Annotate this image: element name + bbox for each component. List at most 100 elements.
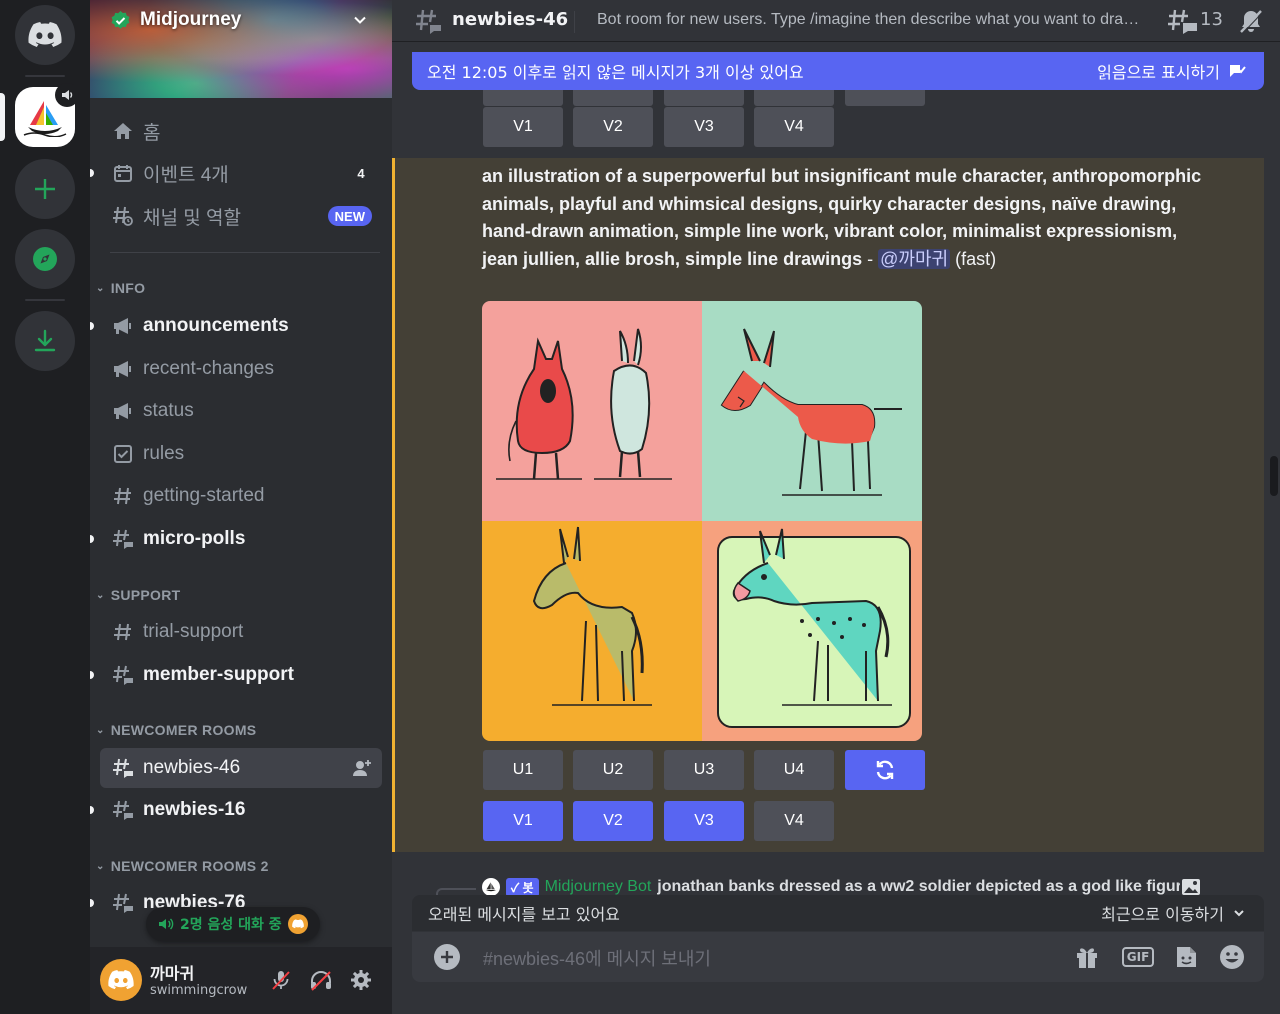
prev-variation-button-v4[interactable]: V4 (754, 107, 834, 147)
sidebar-item-newbies-16[interactable]: newbies-16 (90, 790, 382, 830)
mute-button[interactable] (268, 967, 294, 993)
sidebar-item-label: 홈 (143, 122, 161, 144)
upload-button[interactable] (434, 944, 460, 970)
category-info[interactable]: ⌄ INFO (96, 280, 145, 296)
events-count-badge: 4 (352, 164, 370, 182)
megaphone-icon (112, 358, 134, 380)
sidebar-item-trial-support[interactable]: trial-support (100, 612, 382, 652)
unread-indicator (90, 899, 94, 907)
discord-home-button[interactable] (15, 5, 75, 65)
avatar[interactable] (100, 959, 142, 1001)
mode-label: (fast) (955, 248, 997, 269)
sidebar-item-events[interactable]: 이벤트 4개 4 (90, 153, 382, 193)
variation-button-v1[interactable]: V1 (483, 801, 563, 841)
jump-to-present-button[interactable]: 최근으로 이동하기 (1101, 901, 1246, 925)
sidebar-item-member-support[interactable]: member-support (90, 655, 382, 695)
sidebar-item-micro-polls[interactable]: micro-polls (90, 519, 382, 559)
voice-pill-label: 2명 음성 대화 중 (180, 917, 282, 933)
upscale-button-u3[interactable]: U3 (664, 750, 744, 790)
threads-icon[interactable] (1166, 8, 1198, 34)
unread-indicator (90, 671, 94, 679)
gif-button[interactable]: GIF (1121, 943, 1155, 971)
server-midjourney[interactable] (15, 83, 79, 147)
reroll-button[interactable] (845, 750, 925, 790)
button-label: V2 (603, 118, 623, 135)
thread-count[interactable]: 13 (1200, 9, 1223, 30)
variation-button-v3[interactable]: V3 (664, 801, 744, 841)
hash-thread-icon (416, 9, 441, 34)
emoji-icon (1220, 945, 1244, 969)
upscale-button-u1[interactable]: U1 (483, 750, 563, 790)
button-label: U2 (602, 761, 624, 778)
prompt-text: an illustration of a superpowerful but i… (482, 166, 1202, 269)
sidebar-item-recent-changes[interactable]: recent-changes (100, 349, 382, 389)
category-label: SUPPORT (110, 587, 181, 603)
button-label: U4 (783, 761, 805, 778)
add-server-button[interactable] (15, 159, 75, 219)
hash-thread-icon (112, 799, 134, 821)
mark-as-read-button[interactable]: 읽음으로 표시하기 (1097, 59, 1246, 83)
user-mention[interactable]: @까마귀 (878, 248, 951, 269)
chevron-down-icon: ⌄ (96, 589, 105, 601)
category-label: NEWCOMER ROOMS 2 (110, 858, 269, 874)
message-input[interactable]: #newbies-46에 메시지 보내기 (483, 945, 711, 971)
upscale-button-u4[interactable]: U4 (754, 750, 834, 790)
mic-muted-icon (272, 971, 290, 990)
sidebar-item-announcements[interactable]: announcements (90, 306, 382, 346)
variation-button-v4[interactable]: V4 (754, 801, 834, 841)
sidebar-item-rules[interactable]: rules (100, 434, 382, 474)
variation-button-v2[interactable]: V2 (573, 801, 653, 841)
user-tag: swimmingcrow (150, 983, 248, 998)
category-newcomer-rooms-2[interactable]: ⌄ NEWCOMER ROOMS 2 (96, 858, 269, 874)
deafen-button[interactable] (308, 967, 334, 993)
generated-image-grid[interactable] (482, 301, 922, 741)
viewing-older-messages-bar[interactable]: 오래된 메시지를 보고 있어요 최근으로 이동하기 (412, 895, 1264, 931)
unread-bar-text: 오전 12:05 이후로 읽지 않은 메시지가 3개 이상 있어요 (427, 63, 804, 82)
channel-label: announcements (143, 315, 289, 336)
chevron-down-icon[interactable] (352, 12, 368, 28)
chevron-down-icon: ⌄ (96, 860, 105, 872)
prev-variation-button-v3[interactable]: V3 (664, 107, 744, 147)
upscale-button-u2[interactable]: U2 (573, 750, 653, 790)
sidebar-item-channels-roles[interactable]: 채널 및 역할 NEW (100, 196, 382, 236)
prev-variation-button-v1[interactable]: V1 (483, 107, 563, 147)
channels-roles-icon (112, 205, 134, 227)
explore-servers-button[interactable] (15, 229, 75, 289)
user-settings-button[interactable] (348, 967, 374, 993)
participant-avatar (287, 914, 308, 934)
sticker-button[interactable] (1171, 943, 1201, 971)
notification-muted-icon[interactable] (1238, 8, 1264, 34)
sidebar-divider (110, 252, 380, 253)
category-support[interactable]: ⌄ SUPPORT (96, 587, 180, 603)
invite-icon[interactable] (352, 758, 372, 778)
server-name[interactable]: Midjourney (140, 9, 241, 31)
category-newcomer-rooms[interactable]: ⌄ NEWCOMER ROOMS (96, 722, 256, 738)
sidebar-item-getting-started[interactable]: getting-started (100, 476, 382, 516)
calendar-icon (112, 162, 134, 184)
hash-icon (112, 621, 134, 643)
emoji-button[interactable] (1217, 943, 1247, 971)
mark-as-read-label: 읽음으로 표시하기 (1097, 63, 1220, 82)
gift-button[interactable] (1072, 943, 1102, 971)
button-label: V3 (694, 118, 714, 135)
reply-author[interactable]: Midjourney Bot (545, 878, 652, 896)
sidebar-item-status[interactable]: status (100, 391, 382, 431)
sticker-icon (1177, 947, 1196, 967)
sidebar-item-home[interactable]: 홈 (100, 111, 382, 151)
mark-read-icon (1230, 65, 1246, 77)
sidebar-item-newbies-46[interactable]: newbies-46 (100, 748, 382, 788)
username[interactable]: 까마귀 (150, 960, 194, 984)
prev-variation-button-v2[interactable]: V2 (573, 107, 653, 147)
channel-label: trial-support (143, 621, 244, 642)
button-label: V1 (513, 118, 533, 135)
scrollbar-thumb[interactable] (1270, 456, 1278, 496)
channel-label: micro-polls (143, 528, 246, 549)
channel-topic[interactable]: Bot room for new users. Type /imagine th… (597, 11, 1149, 29)
download-apps-button[interactable] (15, 311, 75, 371)
sidebar-item-label: 이벤트 4개 (143, 164, 229, 186)
discord-logo-icon (28, 22, 62, 47)
hash-thread-icon (112, 664, 134, 686)
sidebar-item-label: 채널 및 역할 (143, 207, 241, 229)
unread-messages-bar[interactable]: 오전 12:05 이후로 읽지 않은 메시지가 3개 이상 있어요 읽음으로 표… (412, 52, 1264, 90)
voice-activity-pill[interactable]: 2명 음성 대화 중 (146, 907, 320, 941)
